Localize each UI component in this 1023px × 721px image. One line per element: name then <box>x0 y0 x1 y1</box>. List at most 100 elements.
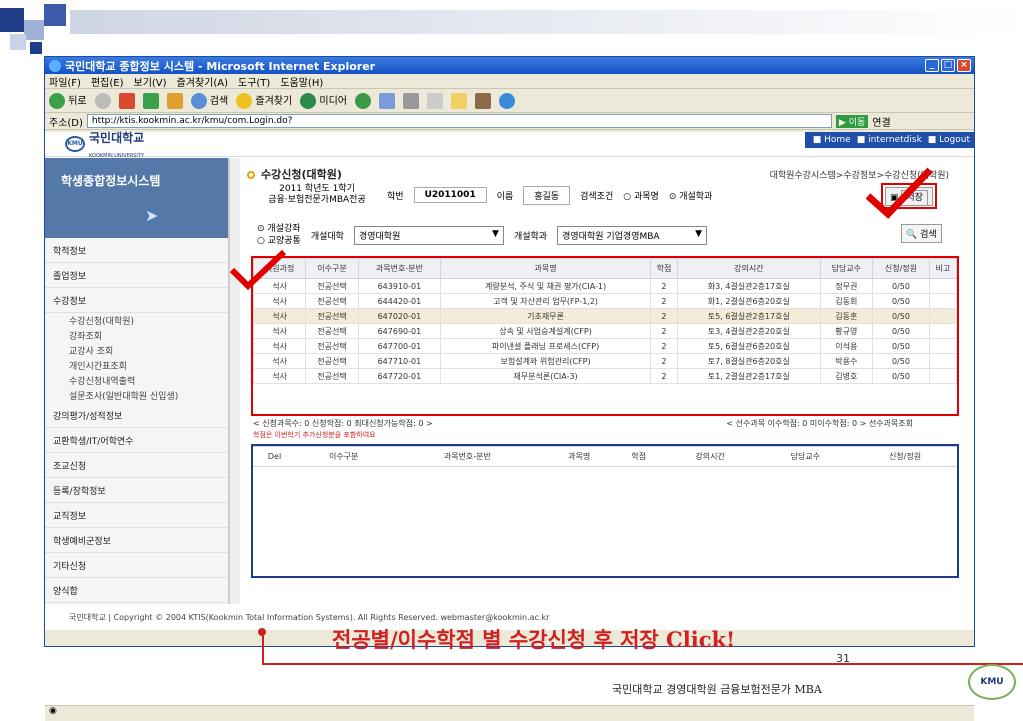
annotation-line <box>262 632 264 665</box>
print-icon[interactable] <box>402 92 419 109</box>
links-label[interactable]: 연결 <box>872 114 890 129</box>
sidebar-banner: 학생종합정보시스템 ➤ <box>45 158 228 238</box>
search-icon <box>190 93 207 109</box>
column-header: 학점 <box>649 258 678 279</box>
student-info-row: 2011 학년도 1학기 금융·보험전문가MBA전공 학번 U2011001 이름… <box>257 182 712 208</box>
refresh-icon[interactable] <box>142 92 159 109</box>
sidebar-subitem[interactable]: 강좌조회 <box>45 328 228 343</box>
column-header: 강의시간 <box>662 446 758 467</box>
sidebar-item[interactable]: 등록/장학정보 <box>45 478 228 503</box>
radio-open-course[interactable]: ⊙ 개설강좌 <box>257 223 301 235</box>
table-cell: 김동훈 <box>819 308 873 324</box>
table-row[interactable]: 석사 전공선택 644420-01 고객 및 자산관리 업무(FP-1,2) 2 화1, … <box>253 293 957 309</box>
internetdisk-link[interactable]: ■ internetdisk <box>857 135 922 145</box>
menu-view[interactable]: 보기(V) <box>134 74 167 89</box>
favorites-button[interactable]: 즐겨찾기 <box>236 92 292 109</box>
folder-icon[interactable] <box>450 92 467 109</box>
sidebar-scrollbar[interactable] <box>229 158 240 604</box>
menu-edit[interactable]: 편집(E) <box>91 74 124 89</box>
table-row[interactable]: 석사 전공선택 647690-01 상속 및 사업승계설계(CFP) 2 토3, 4결실관… <box>253 323 957 339</box>
sidebar-subitem[interactable]: 수강신청(대학원) <box>45 313 228 328</box>
slide-top-bar <box>70 10 1023 34</box>
table-cell: 2 <box>649 323 678 339</box>
dept-select[interactable]: 경영대학원 기업경영MBA ▼ <box>557 225 708 245</box>
sidebar-subitem[interactable]: 개인시간표조회 <box>45 358 228 373</box>
messenger-icon[interactable] <box>498 92 515 109</box>
sidebar-item[interactable]: 조교신청 <box>45 453 228 478</box>
table-cell: 0/50 <box>871 323 930 339</box>
back-button[interactable]: 뒤로 <box>49 92 87 109</box>
sidebar-item[interactable]: 교직정보 <box>45 503 228 528</box>
search-course-button[interactable]: 🔍 검색 <box>901 224 942 243</box>
college-label: 개설대학 <box>310 231 344 242</box>
sidebar-menu: 학적정보 졸업정보 수강정보 수강신청(대학원) 강좌조회 교강사 조회 개인시간표조회 수강… <box>45 238 228 603</box>
table-cell: 전공선택 <box>305 278 359 294</box>
go-button[interactable]: ▶ 이동 <box>835 114 869 128</box>
edit-icon[interactable] <box>426 92 443 109</box>
table-cell: 전공선택 <box>305 308 359 324</box>
menu-file[interactable]: 파일(F) <box>49 74 81 89</box>
table-cell: 석사 <box>253 293 307 309</box>
check-mark-icon <box>229 249 287 291</box>
history-icon[interactable] <box>354 92 371 109</box>
radio-course-name[interactable]: ○ 과목명 <box>623 189 659 202</box>
column-header: 과목명 <box>543 446 615 467</box>
browser-toolbar: 뒤로 검색 즐겨찾기 미디어 <box>45 89 974 113</box>
table-cell: 토7, 8결실관6층20호실 <box>676 353 821 369</box>
prereq-summary[interactable]: < 선수과목 이수학점: 0 미이수학점: 0 > 선수과목조회 <box>726 418 913 429</box>
home-icon[interactable] <box>166 92 183 109</box>
radio-general[interactable]: ○ 교양공통 <box>257 235 301 247</box>
sidebar-subitem[interactable]: 교강사 조회 <box>45 343 228 358</box>
table-row[interactable]: 석사 전공선택 647020-01 기초재무론 2 토5, 6결실관2층17호실 김동훈 0/… <box>253 308 957 324</box>
sidebar: 학생종합정보시스템 ➤ 학적정보 졸업정보 수강정보 수강신청(대학원) 강좌조회 교강사… <box>45 158 229 604</box>
table-cell: 박용수 <box>819 353 873 369</box>
table-cell <box>928 338 957 354</box>
window-titlebar: 국민대학교 종합정보 시스템 - Microsoft Internet Expl… <box>45 57 974 74</box>
table-cell: 상속 및 사업승계설계(CFP) <box>440 323 651 339</box>
sidebar-item[interactable]: 졸업정보 <box>45 263 228 288</box>
sidebar-item[interactable]: 학생예비군정보 <box>45 528 228 553</box>
sidebar-item[interactable]: 수강정보 <box>45 288 228 313</box>
column-header: 신청/정원 <box>853 446 957 467</box>
sidebar-item[interactable]: 학적정보 <box>45 238 228 263</box>
search-button[interactable]: 검색 <box>190 92 228 109</box>
course-table-highlight: 지원과정 이수구분 과목번호-분반 과목명 학점 강의시간 담당교수 신청/정원 비고 석사 전공… <box>251 256 959 416</box>
sidebar-item[interactable]: 교환학생/IT/어학연수 <box>45 428 228 453</box>
research-icon[interactable] <box>474 92 491 109</box>
sidebar-subitem[interactable]: 수강신청내역출력 <box>45 373 228 388</box>
table-cell: 전공선택 <box>305 323 359 339</box>
menu-favorites[interactable]: 즐겨찾기(A) <box>177 74 228 89</box>
student-id-value: U2011001 <box>413 187 487 203</box>
table-row[interactable]: 석사 전공선택 647710-01 보험설계와 위험관리(CFP) 2 토7, 8결실관6… <box>253 353 957 369</box>
minimize-button[interactable]: _ <box>925 59 939 72</box>
table-cell: 이석용 <box>819 338 873 354</box>
main-content: 수강신청(대학원) 대학원수강시스템>수강정보>수강신청(대학원) 2011 학… <box>241 160 961 604</box>
stop-icon[interactable] <box>118 92 135 109</box>
sidebar-item[interactable]: 강의평가/성적정보 <box>45 403 228 428</box>
forward-icon[interactable] <box>94 92 111 109</box>
logout-link[interactable]: ■ Logout <box>928 135 970 145</box>
column-header: 담당교수 <box>819 258 873 279</box>
sidebar-item[interactable]: 양식합 <box>45 578 228 603</box>
close-button[interactable]: × <box>957 59 971 72</box>
table-row[interactable]: 석사 전공선택 643910-01 계량분석, 주식 및 채권 평가(CIA-1) 2 화… <box>253 278 957 294</box>
sidebar-subitem[interactable]: 설문조사(일반대학원 신입생) <box>45 388 228 403</box>
logo-text: 국민대학교 <box>89 130 145 145</box>
table-row[interactable]: 석사 전공선택 647700-01 파이낸셜 플래닝 프로세스(CFP) 2 토5, 6결… <box>253 338 957 354</box>
home-link[interactable]: ■ Home <box>813 135 851 145</box>
mail-icon[interactable] <box>378 92 395 109</box>
radio-dept[interactable]: ⊙ 개설학과 <box>669 189 713 202</box>
credit-summary-left: < 신청과목수: 0 신청학점: 0 최대신청가능학점: 0 > <box>253 419 433 428</box>
cursor-arrow-icon: ➤ <box>145 206 159 225</box>
site-logo[interactable]: KMU 국민대학교 KOOKMIN UNIVERSITY <box>65 129 144 160</box>
maximize-button[interactable]: □ <box>941 59 955 72</box>
table-row[interactable]: 석사 전공선택 647720-01 재무분석론(CIA-3) 2 토1, 2결실관2층17… <box>253 368 957 384</box>
menu-tools[interactable]: 도구(T) <box>238 74 270 89</box>
media-button[interactable]: 미디어 <box>300 92 347 109</box>
course-table: 지원과정 이수구분 과목번호-분반 과목명 학점 강의시간 담당교수 신청/정원 비고 석사 전공… <box>253 258 957 384</box>
address-input[interactable]: http://ktis.kookmin.ac.kr/kmu/com.Login.… <box>86 114 832 128</box>
menu-help[interactable]: 도움말(H) <box>280 74 323 89</box>
sidebar-item[interactable]: 기타신청 <box>45 553 228 578</box>
college-select[interactable]: 경영대학원 ▼ <box>353 225 504 245</box>
table-cell <box>928 293 957 309</box>
